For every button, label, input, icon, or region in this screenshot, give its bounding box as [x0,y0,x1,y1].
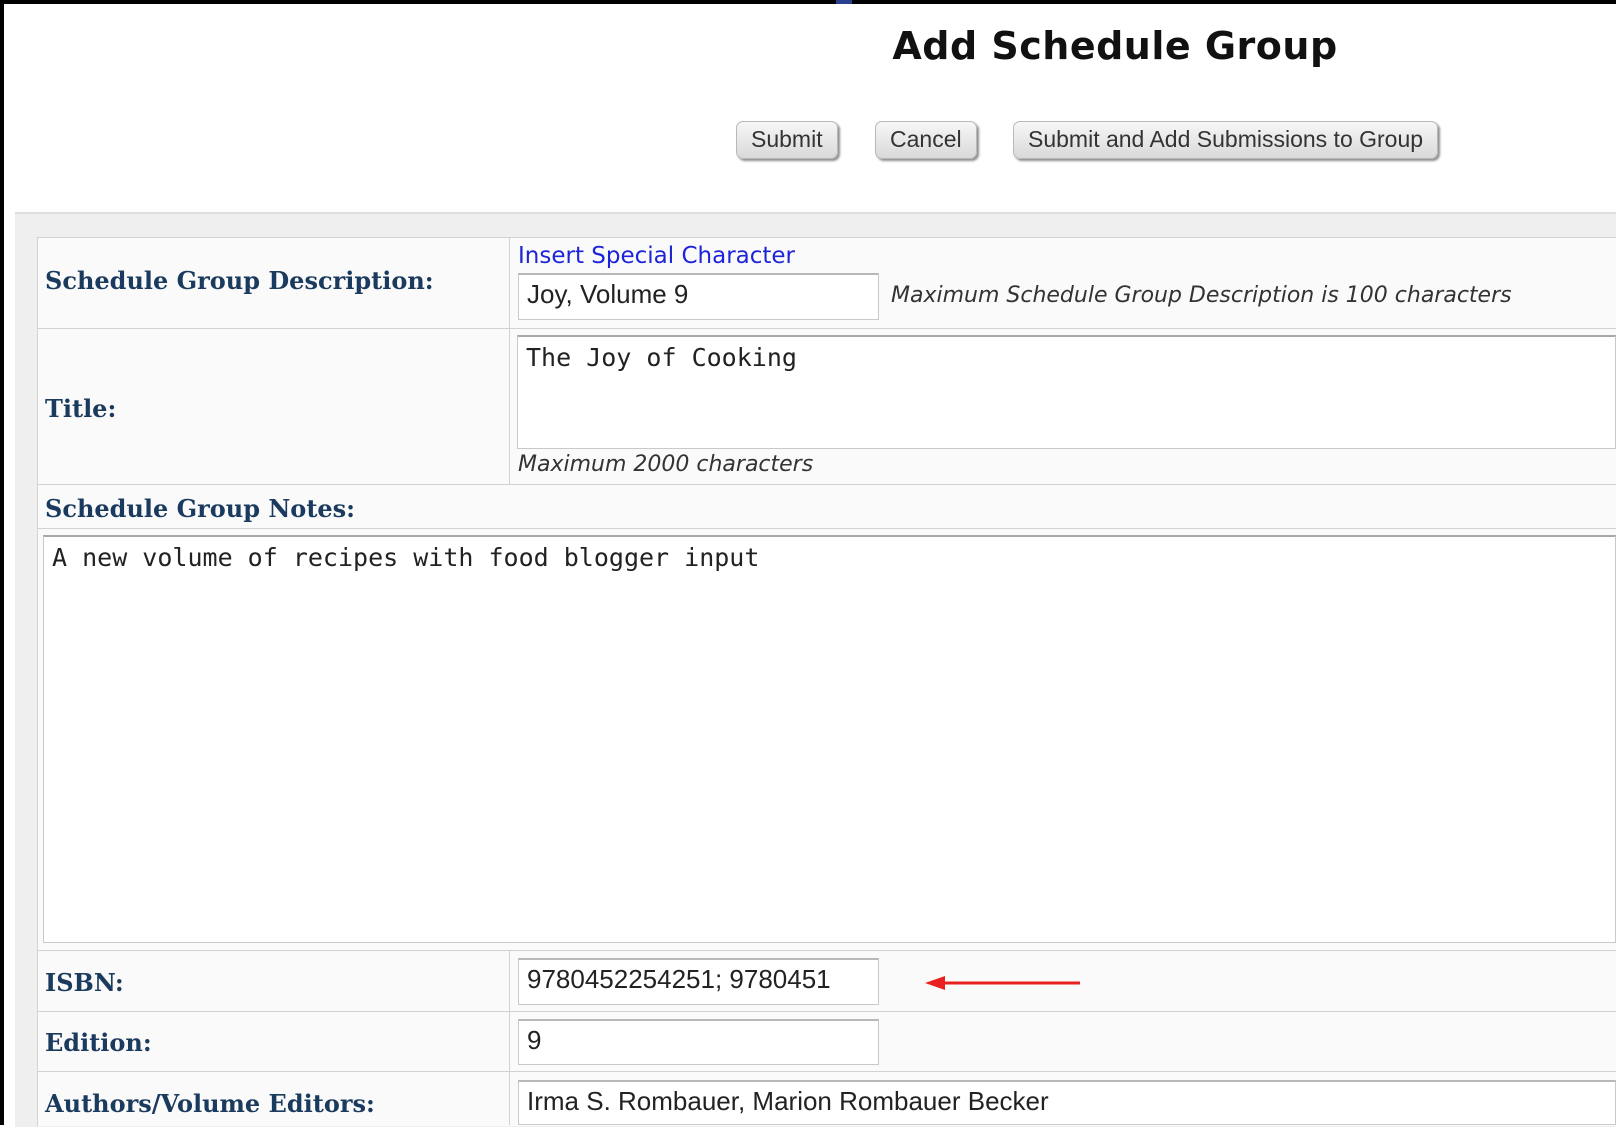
authors-label: Authors/Volume Editors: [45,1089,375,1118]
left-arrow-icon [925,975,1085,995]
edition-input[interactable]: 9 [518,1019,879,1065]
top-accent [836,0,852,4]
notes-label: Schedule Group Notes: [45,494,356,523]
submit-and-add-submissions-button[interactable]: Submit and Add Submissions to Group [1013,121,1439,159]
title-hint: Maximum 2000 characters [518,452,814,477]
description-input[interactable]: Joy, Volume 9 [518,273,879,320]
isbn-label: ISBN: [45,968,124,997]
row-divider [37,328,1616,329]
insert-special-character-link[interactable]: Insert Special Character [518,243,795,269]
submit-button[interactable]: Submit [736,121,838,159]
description-label: Schedule Group Description: [45,266,434,295]
edition-label: Edition: [45,1028,152,1057]
row-divider [37,528,1616,529]
title-textarea[interactable]: The Joy of Cooking [517,335,1616,449]
row-divider [37,1011,1616,1012]
column-divider [509,237,510,484]
title-label: Title: [45,394,117,423]
notes-textarea[interactable]: A new volume of recipes with food blogge… [43,535,1616,943]
cancel-button[interactable]: Cancel [875,121,977,159]
row-divider [37,1071,1616,1072]
isbn-input[interactable]: 9780452254251; 9780451 [518,958,879,1005]
description-hint: Maximum Schedule Group Description is 10… [891,283,1512,308]
column-divider [509,950,510,1125]
row-divider [37,484,1616,485]
authors-input[interactable]: Irma S. Rombauer, Marion Rombauer Becker [518,1080,1616,1125]
page-title: Add Schedule Group [892,24,1338,68]
row-divider [37,950,1616,951]
